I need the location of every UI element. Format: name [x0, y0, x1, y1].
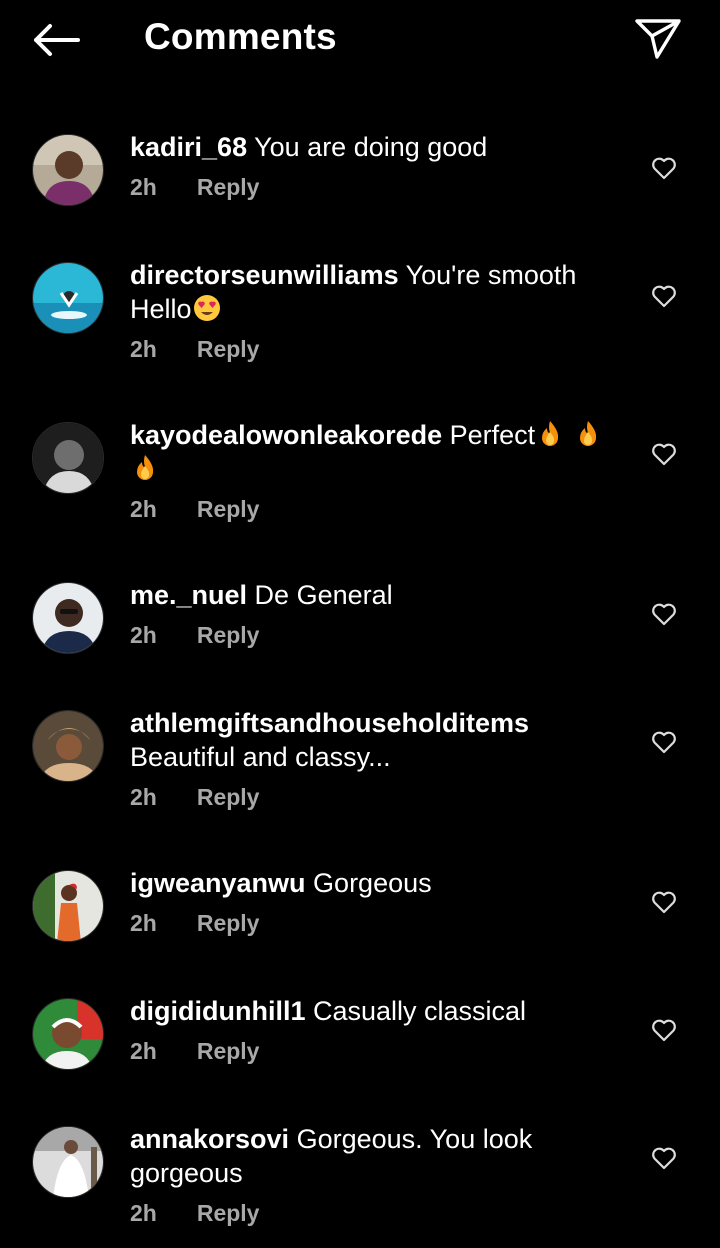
header: Comments: [0, 0, 720, 80]
back-button[interactable]: [28, 18, 84, 62]
reply-button[interactable]: Reply: [197, 1034, 260, 1068]
comment-time: 2h: [130, 622, 157, 648]
fire-emoji: [137, 455, 154, 480]
paper-plane-icon: [635, 19, 681, 59]
comment-username[interactable]: igweanyanwu: [130, 868, 306, 898]
comment-text: Casually classical: [305, 996, 527, 1026]
reply-button[interactable]: Reply: [197, 170, 260, 204]
comment-time: 2h: [130, 910, 157, 936]
avatar[interactable]: [32, 710, 104, 782]
comment-time: 2h: [130, 1200, 157, 1226]
fire-emoji: [579, 421, 596, 446]
comment-time: 2h: [130, 336, 157, 362]
comment-time: 2h: [130, 496, 157, 522]
reply-button[interactable]: Reply: [197, 332, 260, 366]
avatar[interactable]: [32, 262, 104, 334]
heart-outline-icon[interactable]: [650, 1144, 678, 1172]
comment-time: 2h: [130, 174, 157, 200]
comment-username[interactable]: digididunhill1: [130, 996, 305, 1026]
comment-time: 2h: [130, 1038, 157, 1064]
comment-username[interactable]: kayodealowonleakorede: [130, 420, 442, 450]
comment-text: Gorgeous: [305, 868, 432, 898]
comment-text: You are doing good: [247, 132, 488, 162]
reply-button[interactable]: Reply: [197, 906, 260, 940]
comment-text: De General: [247, 580, 393, 610]
comment-text: Beautiful and classy...: [130, 742, 391, 772]
reply-button[interactable]: Reply: [197, 618, 260, 652]
comment-username[interactable]: athlemgiftsandhouseholditems: [130, 708, 529, 738]
comment-username[interactable]: directorseunwilliams: [130, 260, 399, 290]
comment-time: 2h: [130, 784, 157, 810]
reply-button[interactable]: Reply: [197, 492, 260, 526]
fire-emoji: [542, 421, 559, 446]
comment-username[interactable]: me._nuel: [130, 580, 247, 610]
heart-outline-icon[interactable]: [650, 888, 678, 916]
heart-outline-icon[interactable]: [650, 728, 678, 756]
comment-username[interactable]: annakorsovi: [130, 1124, 289, 1154]
heart-outline-icon[interactable]: [650, 440, 678, 468]
avatar[interactable]: [32, 582, 104, 654]
comments-screen: Comments kadiri_68 You are doing good 2h…: [0, 0, 720, 1248]
arrow-left-icon: [34, 24, 80, 56]
heart-outline-icon[interactable]: [650, 600, 678, 628]
heart-outline-icon[interactable]: [650, 154, 678, 182]
avatar[interactable]: [32, 1126, 104, 1198]
avatar[interactable]: [32, 998, 104, 1070]
comment-username[interactable]: kadiri_68: [130, 132, 247, 162]
page-title: Comments: [144, 16, 337, 57]
comment-text: Perfect: [442, 420, 536, 450]
share-button[interactable]: [632, 14, 684, 64]
avatar[interactable]: [32, 422, 104, 494]
avatar[interactable]: [32, 134, 104, 206]
heart-outline-icon[interactable]: [650, 1016, 678, 1044]
reply-button[interactable]: Reply: [197, 780, 260, 814]
reply-button[interactable]: Reply: [197, 1196, 260, 1230]
avatar[interactable]: [32, 870, 104, 942]
heart-outline-icon[interactable]: [650, 282, 678, 310]
heart-eyes-emoji: [193, 295, 220, 321]
